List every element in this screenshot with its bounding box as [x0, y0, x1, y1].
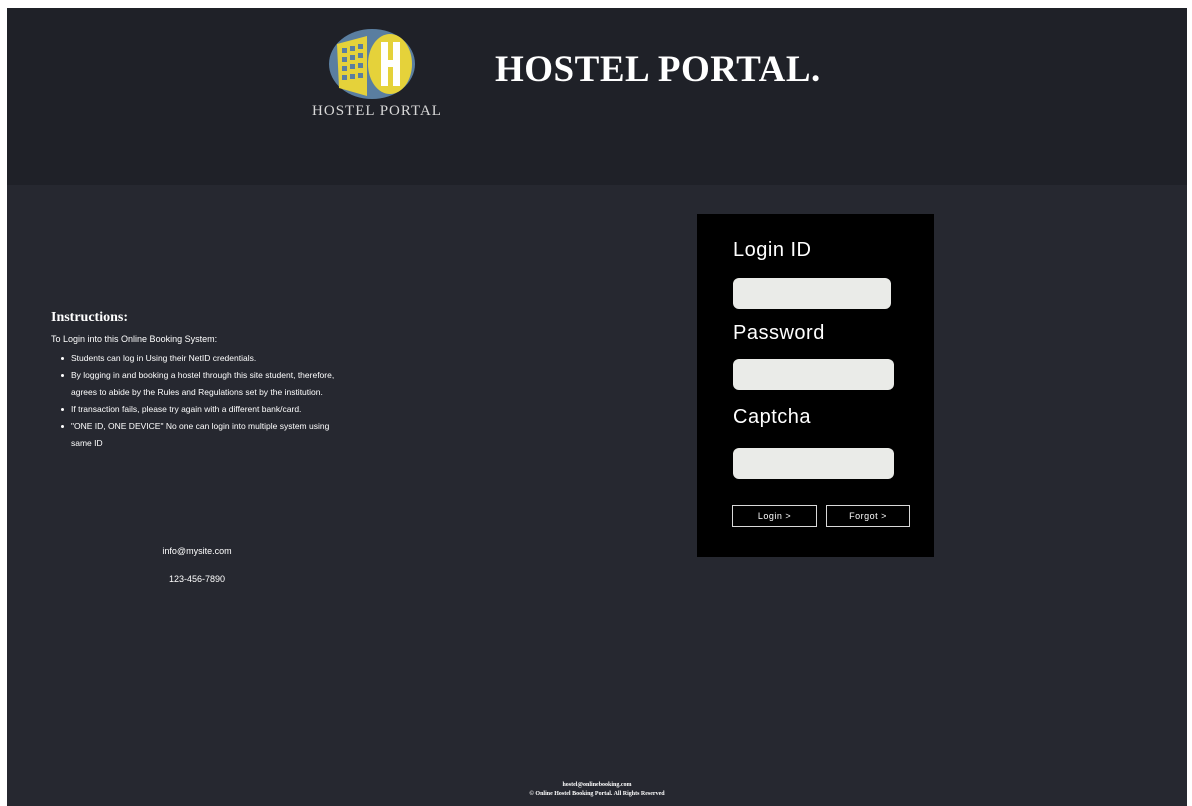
- page-frame: HOSTEL PORTAL HOSTEL PORTAL. Instruction…: [7, 8, 1187, 806]
- password-input[interactable]: [733, 359, 894, 390]
- instruction-item: If transaction fails, please try again w…: [61, 401, 351, 418]
- password-label: Password: [733, 322, 825, 344]
- captcha-label: Captcha: [733, 406, 811, 428]
- instruction-item: "ONE ID, ONE DEVICE" No one can login in…: [61, 418, 351, 452]
- top-strip: [0, 0, 1192, 8]
- login-id-label: Login ID: [733, 239, 812, 261]
- contact-email[interactable]: info@mysite.com: [97, 546, 297, 556]
- site-title: HOSTEL PORTAL.: [495, 49, 821, 90]
- instruction-item: By logging in and booking a hostel throu…: [61, 367, 351, 401]
- instructions-list: Students can log in Using their NetID cr…: [51, 350, 351, 452]
- logo-caption: HOSTEL PORTAL: [312, 103, 442, 119]
- instructions-panel: Instructions: To Login into this Online …: [51, 310, 351, 452]
- captcha-input[interactable]: [733, 448, 894, 479]
- site-header: HOSTEL PORTAL HOSTEL PORTAL.: [7, 8, 1187, 185]
- login-button[interactable]: Login >: [732, 505, 817, 527]
- forgot-button[interactable]: Forgot >: [826, 505, 910, 527]
- contact-phone: 123-456-7890: [168, 574, 226, 584]
- instructions-intro: To Login into this Online Booking System…: [51, 334, 218, 344]
- site-footer: hostel@onlinebooking.com © Online Hostel…: [7, 781, 1187, 799]
- site-logo[interactable]: HOSTEL PORTAL: [297, 26, 457, 120]
- footer-email[interactable]: hostel@onlinebooking.com: [7, 781, 1187, 790]
- login-id-input[interactable]: [733, 278, 891, 309]
- hostel-building-logo-icon: [329, 29, 415, 99]
- instruction-item: Students can log in Using their NetID cr…: [61, 350, 351, 367]
- login-form: Login ID Password Captcha Login > Forgot…: [697, 214, 934, 557]
- instructions-heading: Instructions:: [51, 310, 129, 325]
- footer-copyright: © Online Hostel Booking Portal. All Righ…: [529, 791, 665, 797]
